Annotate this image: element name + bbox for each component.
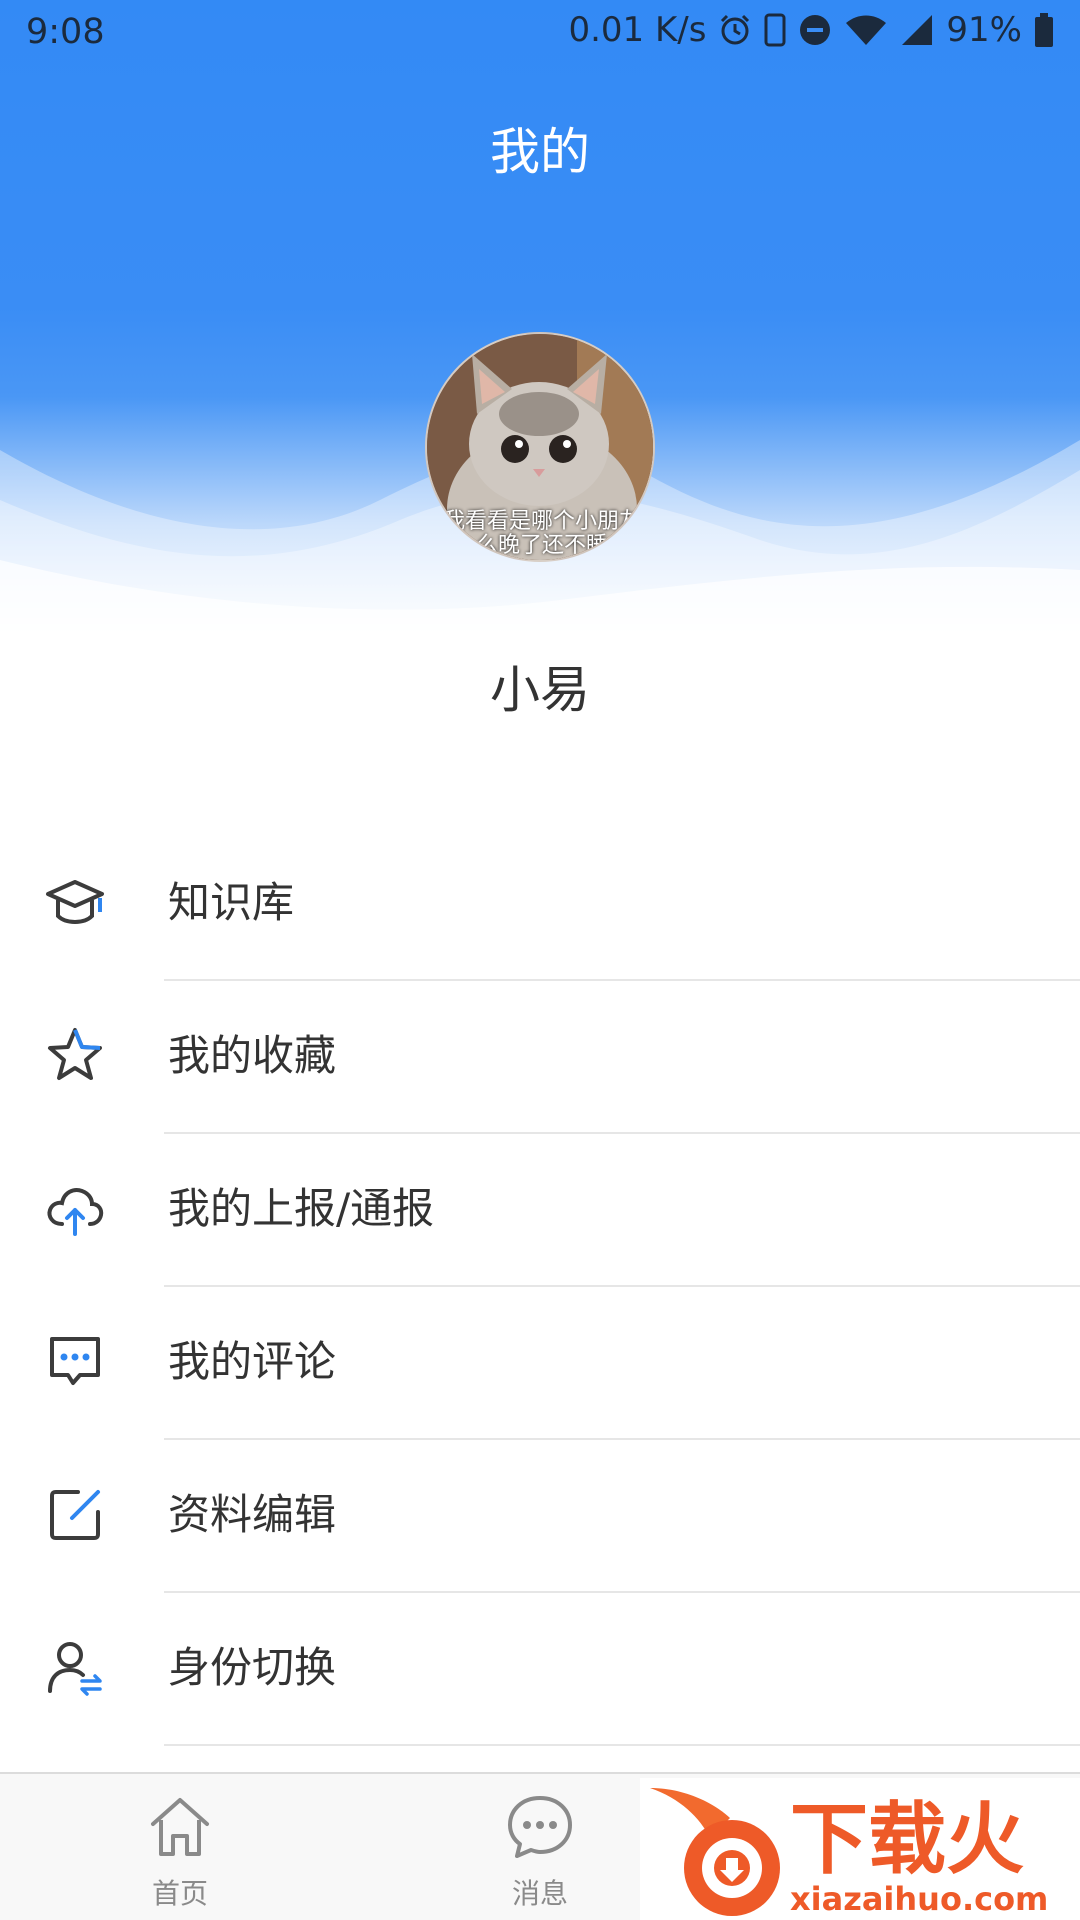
wifi-icon: [846, 15, 887, 45]
divider: [164, 1744, 1080, 1746]
tab-messages[interactable]: 消息: [460, 1792, 620, 1912]
menu-item-favorites[interactable]: 我的收藏: [0, 981, 1080, 1134]
avatar-caption-line1: 我看看是哪个小朋友: [442, 509, 641, 534]
battery-icon: [1035, 13, 1053, 47]
tab-label: 首页: [151, 1877, 208, 1910]
menu-item-label: 我的评论: [168, 1337, 337, 1386]
menu-item-reports[interactable]: 我的上报/通报: [0, 1134, 1080, 1287]
signal-icon: [902, 15, 933, 45]
battery-percent: 91%: [946, 10, 1022, 50]
watermark-url: xiazaihuo.com: [790, 1880, 1048, 1918]
profile-header: 9:08 0.01 K/s 91% 我的 我看看是哪个小朋友 么晚了还不睡: [0, 0, 1080, 640]
cloud-upload-icon: [47, 1188, 104, 1236]
message-icon: [508, 1796, 572, 1858]
user-name: 小易: [490, 661, 590, 719]
status-time: 9:08: [26, 12, 105, 52]
graduation-cap-icon: [46, 880, 104, 924]
menu-item-comments[interactable]: 我的评论: [0, 1287, 1080, 1440]
menu-item-edit-profile[interactable]: 资料编辑: [0, 1440, 1080, 1593]
edit-icon: [50, 1490, 100, 1540]
avatar[interactable]: 我看看是哪个小朋友 么晚了还不睡: [425, 332, 655, 562]
network-speed: 0.01 K/s: [568, 10, 707, 50]
tab-home[interactable]: 首页: [100, 1792, 260, 1912]
home-icon: [151, 1798, 209, 1856]
menu-item-label: 我的收藏: [168, 1031, 337, 1080]
watermark-text: 下载火: [790, 1795, 1024, 1885]
star-icon: [48, 1028, 102, 1080]
comment-icon: [50, 1337, 100, 1385]
avatar-caption-line2: 么晚了还不睡: [475, 533, 608, 558]
menu-item-label: 知识库: [168, 878, 295, 927]
phone-icon: [764, 13, 786, 47]
profile-menu: 知识库 我的收藏 我的上报/通报 我的评论 资料编辑 身份切换: [0, 828, 1080, 1746]
menu-item-label: 资料编辑: [168, 1490, 337, 1539]
menu-item-label: 身份切换: [168, 1643, 337, 1692]
user-switch-icon: [48, 1642, 102, 1696]
menu-item-knowledge-base[interactable]: 知识库: [0, 828, 1080, 981]
alarm-icon: [721, 14, 750, 45]
menu-item-label: 我的上报/通报: [168, 1184, 435, 1233]
menu-item-switch-identity[interactable]: 身份切换: [0, 1593, 1080, 1746]
page-title: 我的: [490, 123, 590, 181]
status-bar: 9:08 0.01 K/s 91%: [0, 0, 1080, 66]
dnd-icon: [800, 15, 831, 45]
tab-label: 消息: [511, 1877, 568, 1910]
watermark-logo-icon: 下载火 xiazaihuo.com: [640, 1778, 1080, 1920]
